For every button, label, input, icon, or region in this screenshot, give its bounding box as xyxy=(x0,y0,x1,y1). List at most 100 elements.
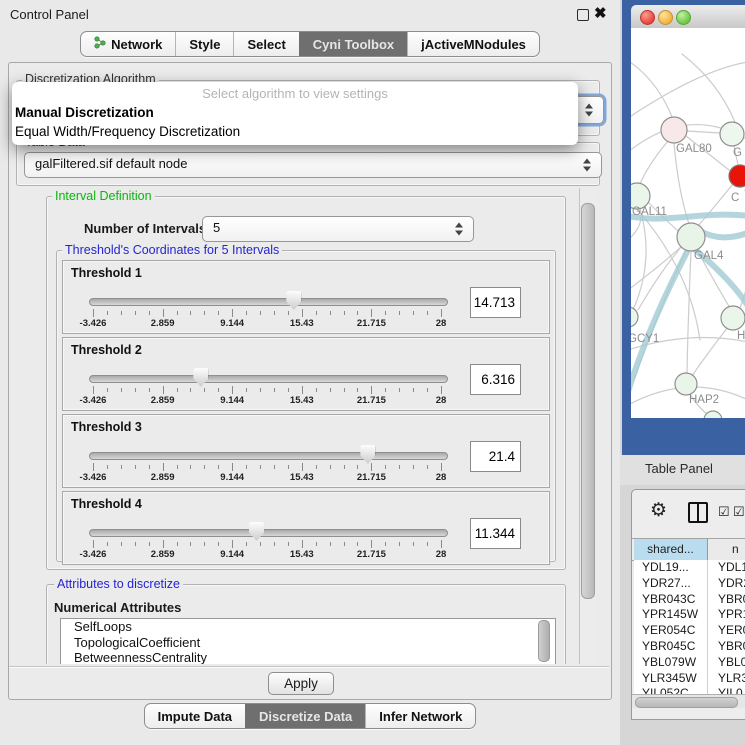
gear-icon[interactable]: ⚙ xyxy=(650,500,667,522)
slider-tick xyxy=(441,463,442,471)
slider-track[interactable] xyxy=(89,452,448,460)
table-row-yer054c[interactable]: YER054CYER0 xyxy=(634,623,745,639)
network-node-h[interactable] xyxy=(721,306,745,330)
slider-tick xyxy=(93,463,94,471)
close-red-icon[interactable] xyxy=(640,10,655,25)
slider-handle[interactable] xyxy=(286,291,301,310)
slider-tick xyxy=(274,311,275,315)
slider-tick-label: -3.426 xyxy=(80,472,107,483)
slider-tick-label: 28 xyxy=(436,318,447,329)
column-header-shared-name[interactable]: shared... xyxy=(634,539,708,560)
attributes-list-scrollbar[interactable] xyxy=(538,620,550,662)
zoom-green-icon[interactable] xyxy=(676,10,691,25)
tab-network[interactable]: Network xyxy=(81,32,175,56)
table-row-ybr043c[interactable]: YBR043CYBR0 xyxy=(634,592,745,608)
threshold-value-field[interactable]: 21.4 xyxy=(470,441,521,472)
threshold-value-field[interactable]: 6.316 xyxy=(470,364,521,395)
slider-tick xyxy=(357,388,358,392)
attribute-item-betweennesscentrality[interactable]: BetweennessCentrality xyxy=(61,650,555,664)
slider-tick xyxy=(399,542,400,546)
network-node-label: GAL11 xyxy=(632,206,667,218)
tab-label: Network xyxy=(111,37,162,52)
slider-tick xyxy=(316,388,317,392)
network-edge xyxy=(692,327,728,376)
network-node-gcy1[interactable] xyxy=(631,307,638,327)
slider-handle[interactable] xyxy=(249,522,264,541)
network-node-gal4[interactable] xyxy=(677,223,705,251)
table-row-ydl19[interactable]: YDL19...YDL1 xyxy=(634,560,745,576)
network-node[interactable] xyxy=(704,411,722,418)
horizontal-scrollbar-thumb[interactable] xyxy=(635,697,738,708)
network-node-c[interactable] xyxy=(729,165,745,187)
slider-handle[interactable] xyxy=(360,445,375,464)
slider-tick xyxy=(149,542,150,546)
network-window-titlebar[interactable] xyxy=(631,5,745,29)
table-row-ybr045c[interactable]: YBR045CYBR0 xyxy=(634,639,745,655)
checkbox-icon[interactable]: ☑ xyxy=(733,504,745,520)
slider-tick-label: 21.715 xyxy=(357,549,386,560)
table-row-ylr345w[interactable]: YLR345WYLR3 xyxy=(634,671,745,687)
tab-select[interactable]: Select xyxy=(233,32,298,56)
table-header-row: shared... n xyxy=(632,538,745,561)
network-node-label: HAP2 xyxy=(689,394,719,406)
network-node-hap2[interactable] xyxy=(675,373,697,395)
slider-tick-label: 9.144 xyxy=(220,395,244,406)
slider-tick-label: 21.715 xyxy=(357,318,386,329)
network-edge xyxy=(687,131,720,133)
cell-shared-name: YPR145W xyxy=(642,607,698,623)
network-node-label: G xyxy=(733,147,742,159)
tab-cyni-toolbox[interactable]: Cyni Toolbox xyxy=(299,32,407,56)
split-column-icon[interactable] xyxy=(688,502,708,523)
slider-tick xyxy=(385,388,386,392)
combo-stepper-icon[interactable] xyxy=(583,159,592,172)
attribute-item-topologicalcoefficient[interactable]: TopologicalCoefficient xyxy=(61,635,555,651)
tab-style[interactable]: Style xyxy=(175,32,233,56)
network-canvas[interactable]: GAL80GCGAL11GAL4GCY1HHAP2 xyxy=(631,28,745,418)
slider-track[interactable] xyxy=(89,375,448,383)
slider-track[interactable] xyxy=(89,529,448,537)
slider-handle[interactable] xyxy=(193,368,208,387)
tab-impute-data[interactable]: Impute Data xyxy=(145,704,245,728)
number-of-intervals-combobox[interactable]: 5 xyxy=(202,216,474,242)
minimize-yellow-icon[interactable] xyxy=(658,10,673,25)
cell-shared-name: YDR27... xyxy=(642,576,691,592)
slider-tick xyxy=(399,311,400,315)
combo-stepper-icon[interactable] xyxy=(455,223,464,236)
table-row-ypr145w[interactable]: YPR145WYPR1 xyxy=(634,607,745,623)
float-window-icon[interactable] xyxy=(577,9,589,21)
dropdown-option-equal-width-frequency-discretization[interactable]: Equal Width/Frequency Discretization xyxy=(12,122,578,141)
slider-tick xyxy=(344,311,345,315)
threshold-value-field[interactable]: 14.713 xyxy=(470,287,521,318)
slider-track[interactable] xyxy=(89,298,448,306)
column-header-name[interactable]: n xyxy=(708,539,745,560)
control-panel: Control Panel ✖ NetworkStyleSelectCyni T… xyxy=(0,0,620,745)
horizontal-scrollbar-track[interactable] xyxy=(632,694,745,708)
close-icon[interactable]: ✖ xyxy=(594,4,607,22)
slider-tick xyxy=(413,542,414,546)
cell-name: YDR2 xyxy=(718,576,745,592)
tab-infer-network[interactable]: Infer Network xyxy=(365,704,475,728)
slider-tick xyxy=(330,388,331,392)
threshold-panel-3: Threshold 3-3.4262.8599.14415.4321.71528… xyxy=(62,414,550,488)
dropdown-option-manual-discretization[interactable]: Manual Discretization xyxy=(12,103,578,122)
slider-tick-label: 9.144 xyxy=(220,549,244,560)
network-node-gal80[interactable] xyxy=(661,117,687,143)
tab-discretize-data[interactable]: Discretize Data xyxy=(245,704,365,728)
network-node-label: GAL4 xyxy=(694,250,724,262)
attribute-item-selfloops[interactable]: SelfLoops xyxy=(61,619,555,635)
tab-jactivemnodules[interactable]: jActiveMNodules xyxy=(407,32,539,56)
network-node-g[interactable] xyxy=(720,122,744,146)
network-node-label: C xyxy=(731,192,739,204)
vertical-scrollbar-thumb[interactable] xyxy=(581,203,595,599)
table-row-ydr27[interactable]: YDR27... YDR2 xyxy=(634,576,745,592)
network-edge xyxy=(674,143,689,224)
combo-stepper-icon[interactable] xyxy=(585,104,594,117)
table-row-ybl079w[interactable]: YBL079WYBL0 xyxy=(634,655,745,671)
threshold-value-field[interactable]: 11.344 xyxy=(470,518,521,549)
checkbox-icon[interactable]: ☑ xyxy=(718,504,730,520)
table-data-combobox[interactable]: galFiltered.sif default node xyxy=(24,152,602,178)
network-edge xyxy=(697,185,732,227)
network-edge-thick xyxy=(700,231,745,237)
table-row-yil052c[interactable]: YIL052CYIL0 xyxy=(634,686,745,694)
apply-button[interactable]: Apply xyxy=(268,672,334,695)
